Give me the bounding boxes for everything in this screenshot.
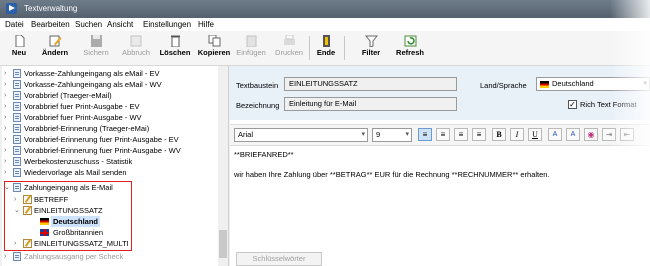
chevron-down-icon: ▾: [643, 80, 647, 87]
document-icon: [13, 113, 21, 122]
textbaustein-field[interactable]: EINLEITUNGSSATZ: [284, 77, 457, 91]
size-select[interactable]: 9 ▾: [372, 128, 412, 142]
paste-button[interactable]: Einfügen: [234, 33, 268, 63]
edit-label: Ändern: [41, 48, 69, 57]
bezeichnung-label: Bezeichnung: [236, 101, 280, 110]
new-document-icon: [15, 35, 24, 47]
rich-text-editor[interactable]: **BRIEFANRED** wir haben Ihre Zahlung üb…: [234, 148, 648, 248]
align-right-button[interactable]: ≡: [454, 128, 468, 141]
indent-button[interactable]: ⇥: [602, 128, 616, 141]
new-label: Neu: [11, 48, 27, 57]
outdent-button[interactable]: ⇤: [620, 128, 634, 141]
align-center-button[interactable]: ≡: [436, 128, 450, 141]
size-value: 9: [376, 130, 381, 139]
underline-button[interactable]: U: [528, 128, 542, 141]
justify-button[interactable]: ≡: [472, 128, 486, 141]
highlight-color-button[interactable]: A: [566, 128, 580, 141]
format-toolbar: Arial ▾ 9 ▾ ≡ ≡ ≡ ≡ B I U A A ◉ ⇥ ⇤: [230, 124, 650, 146]
editor-line-1: **BRIEFANRED**: [234, 150, 294, 159]
exit-icon: [322, 35, 330, 47]
bezeichnung-field[interactable]: Einleitung für E-Mail: [284, 97, 457, 111]
exit-button[interactable]: Ende: [313, 33, 339, 63]
trash-icon: [170, 35, 180, 47]
font-value: Arial: [238, 130, 254, 139]
print-label: Drucken: [275, 48, 303, 57]
document-icon: [13, 91, 21, 100]
document-icon: [13, 252, 21, 261]
document-icon: [13, 69, 21, 78]
print-button[interactable]: Drucken: [272, 33, 306, 63]
refresh-icon: [404, 35, 416, 47]
new-button[interactable]: Neu: [6, 33, 32, 63]
document-icon: [13, 135, 21, 144]
toolbar-separator: [344, 36, 345, 60]
land-label: Land/Sprache: [480, 81, 527, 90]
italic-button[interactable]: I: [510, 128, 524, 141]
filter-icon: [364, 35, 378, 47]
delete-label: Löschen: [159, 48, 191, 57]
rich-text-checkbox[interactable]: ✓: [568, 100, 577, 109]
highlight-box: [4, 181, 132, 251]
document-icon: [13, 124, 21, 133]
document-icon: [13, 80, 21, 89]
refresh-button[interactable]: Refresh: [394, 33, 426, 63]
menu-einstellungen[interactable]: Einstellungen: [143, 20, 191, 29]
toolbar-separator: [309, 36, 310, 60]
menu-suchen[interactable]: Suchen: [75, 20, 102, 29]
document-icon: [13, 168, 21, 177]
menu-hilfe[interactable]: Hilfe: [198, 20, 214, 29]
land-select[interactable]: Deutschland ▾: [536, 77, 650, 91]
document-icon: [13, 102, 21, 111]
cancel-button[interactable]: Abbruch: [118, 33, 154, 63]
form-area: Textbaustein EINLEITUNGSSATZ Bezeichnung…: [230, 66, 650, 120]
bold-button[interactable]: B: [492, 128, 506, 141]
document-icon: [13, 146, 21, 155]
app-icon: [6, 3, 17, 14]
window-title: Textverwaltung: [24, 4, 78, 13]
filter-button[interactable]: Filter: [358, 33, 384, 63]
land-value: Deutschland: [552, 79, 594, 88]
copy-label: Kopieren: [197, 48, 231, 57]
keywords-button[interactable]: Schlüsselwörter: [236, 252, 322, 266]
tree-scrollbar[interactable]: [218, 66, 228, 266]
filter-label: Filter: [361, 48, 381, 57]
menu-ansicht[interactable]: Ansicht: [107, 20, 133, 29]
chevron-down-icon: ▾: [405, 131, 409, 138]
print-icon: [283, 35, 295, 45]
cancel-label: Abbruch: [122, 48, 150, 57]
paste-icon: [246, 35, 256, 47]
editor-line-2: wir haben Ihre Zahlung über **BETRAG** E…: [234, 170, 550, 179]
menu-datei[interactable]: Datei: [5, 20, 24, 29]
save-icon: [90, 35, 102, 47]
delete-button[interactable]: Löschen: [157, 33, 193, 63]
refresh-label: Refresh: [396, 48, 424, 57]
menu-bar: Datei Bearbeiten Suchen Ansicht Einstell…: [0, 18, 650, 32]
save-button[interactable]: Sichern: [80, 33, 112, 63]
edit-button[interactable]: Ändern: [40, 33, 70, 63]
title-bar: Textverwaltung: [0, 0, 650, 18]
german-flag-icon: [540, 81, 549, 88]
edit-icon: [49, 35, 61, 47]
scrollbar-thumb[interactable]: [219, 230, 227, 258]
font-select[interactable]: Arial ▾: [234, 128, 368, 142]
detail-panel: Textbaustein EINLEITUNGSSATZ Bezeichnung…: [230, 66, 650, 266]
document-icon: [13, 157, 21, 166]
rich-text-label: Rich Text Format: [580, 100, 637, 109]
background-color-button[interactable]: ◉: [584, 128, 598, 141]
menu-bearbeiten[interactable]: Bearbeiten: [31, 20, 70, 29]
textbaustein-label: Textbaustein: [236, 81, 279, 90]
exit-label: Ende: [316, 48, 336, 57]
cancel-icon: [130, 35, 141, 47]
chevron-down-icon: ▾: [361, 131, 365, 138]
copy-button[interactable]: Kopieren: [196, 33, 232, 63]
text-color-button[interactable]: A: [548, 128, 562, 141]
align-left-button[interactable]: ≡: [418, 128, 432, 141]
save-label: Sichern: [83, 48, 109, 57]
toolbar: Neu Ändern Sichern Abbruch Löschen Kopie…: [0, 31, 650, 66]
paste-label: Einfügen: [236, 48, 266, 57]
copy-icon: [208, 35, 220, 47]
